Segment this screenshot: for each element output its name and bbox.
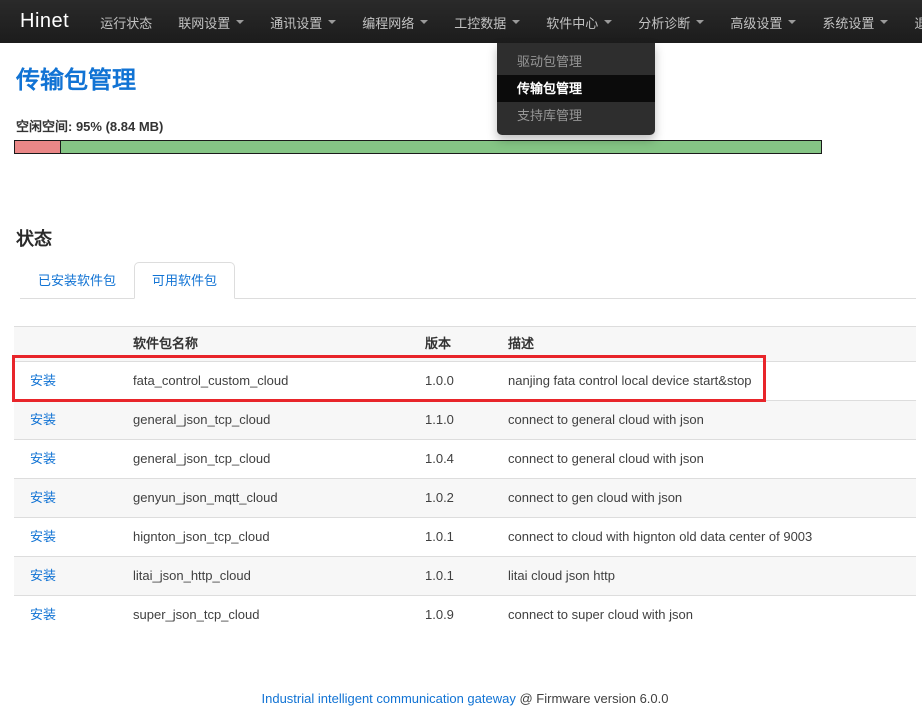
table-row-highlighted: 安装 fata_control_custom_cloud1.0.0nanjing … bbox=[14, 362, 916, 401]
package-description: connect to general cloud with json bbox=[500, 401, 916, 440]
install-link[interactable]: 安装 bbox=[30, 490, 56, 505]
tab-可用软件包: 可用软件包 bbox=[134, 262, 235, 298]
packages-table: 软件包名称版本描述 安装fata_control_custom_cloud1.0… bbox=[14, 326, 916, 634]
nav-link-编程网络[interactable]: 编程网络 bbox=[349, 0, 441, 43]
package-version: 1.0.1 bbox=[417, 518, 500, 557]
dropdown-item-传输包管理[interactable]: 传输包管理 bbox=[497, 75, 655, 102]
column-header-描述: 描述 bbox=[500, 327, 916, 362]
footer-gateway-link[interactable]: Industrial intelligent communication gat… bbox=[262, 691, 516, 706]
package-version: 1.1.0 bbox=[417, 401, 500, 440]
used-space-segment bbox=[15, 141, 61, 153]
column-header-软件包名称: 软件包名称 bbox=[125, 327, 417, 362]
footer-firmware-version: @ Firmware version 6.0.0 bbox=[516, 691, 669, 706]
table-row: 安装 super_json_tcp_cloud1.0.9connect to su… bbox=[14, 596, 916, 635]
package-description: connect to general cloud with json bbox=[500, 440, 916, 479]
table-row: 安装 general_json_tcp_cloud1.0.4connect to … bbox=[14, 440, 916, 479]
caret-down-icon bbox=[512, 20, 520, 24]
nav-link-运行状态[interactable]: 运行状态 bbox=[87, 0, 165, 43]
nav-item-软件中心: 软件中心 bbox=[533, 0, 625, 43]
package-version: 1.0.2 bbox=[417, 479, 500, 518]
caret-down-icon bbox=[880, 20, 888, 24]
install-link[interactable]: 安装 bbox=[30, 412, 56, 427]
package-name: hignton_json_tcp_cloud bbox=[125, 518, 417, 557]
package-description: nanjing fata control local device start&… bbox=[500, 362, 916, 401]
package-version: 1.0.1 bbox=[417, 557, 500, 596]
nav-link-软件中心-open[interactable]: 软件中心 bbox=[533, 0, 625, 43]
nav-item-退出: 退出 bbox=[901, 0, 922, 43]
tab-link-可用软件包[interactable]: 可用软件包 bbox=[134, 262, 235, 299]
tab-已安装软件包: 已安装软件包 bbox=[20, 262, 134, 298]
caret-down-icon bbox=[420, 20, 428, 24]
free-space-label: 空闲空间: 95% (8.84 MB) bbox=[16, 116, 916, 135]
install-link[interactable]: 安装 bbox=[30, 607, 56, 622]
table-header-row: 软件包名称版本描述 bbox=[14, 327, 916, 362]
nav-item-高级设置: 高级设置 bbox=[717, 0, 809, 43]
install-link[interactable]: 安装 bbox=[30, 373, 56, 388]
package-description: connect to gen cloud with json bbox=[500, 479, 916, 518]
top-navbar: Hinet 运行状态联网设置通讯设置编程网络工控数据软件中心分析诊断高级设置系统… bbox=[0, 0, 922, 43]
package-version: 1.0.4 bbox=[417, 440, 500, 479]
caret-down-icon bbox=[696, 20, 704, 24]
package-name: fata_control_custom_cloud bbox=[125, 362, 417, 401]
status-heading: 状态 bbox=[16, 225, 916, 251]
nav-item-系统设置: 系统设置 bbox=[809, 0, 901, 43]
package-version: 1.0.0 bbox=[417, 362, 500, 401]
packages-table-wrap: 软件包名称版本描述 安装fata_control_custom_cloud1.0… bbox=[14, 326, 916, 634]
nav-link-通讯设置[interactable]: 通讯设置 bbox=[257, 0, 349, 43]
install-cell: 安装 bbox=[14, 518, 125, 557]
main-nav: 运行状态联网设置通讯设置编程网络工控数据软件中心分析诊断高级设置系统设置退出 bbox=[87, 0, 922, 43]
table-row: 安装 hignton_json_tcp_cloud1.0.1connect to … bbox=[14, 518, 916, 557]
install-cell: 安装 bbox=[14, 596, 125, 635]
package-name: general_json_tcp_cloud bbox=[125, 401, 417, 440]
table-row: 安装 genyun_json_mqtt_cloud1.0.2connect to … bbox=[14, 479, 916, 518]
nav-link-退出[interactable]: 退出 bbox=[901, 0, 922, 43]
page-title: 传输包管理 bbox=[16, 60, 916, 95]
nav-link-系统设置[interactable]: 系统设置 bbox=[809, 0, 901, 43]
caret-down-icon bbox=[604, 20, 612, 24]
column-header-empty bbox=[14, 327, 125, 362]
page-content: 传输包管理 空闲空间: 95% (8.84 MB) 状态 已安装软件包可用软件包… bbox=[0, 60, 922, 706]
package-version: 1.0.9 bbox=[417, 596, 500, 635]
package-tabs: 已安装软件包可用软件包 bbox=[20, 262, 916, 299]
caret-down-icon bbox=[788, 20, 796, 24]
nav-link-工控数据[interactable]: 工控数据 bbox=[441, 0, 533, 43]
caret-down-icon bbox=[236, 20, 244, 24]
install-cell: 安装 bbox=[14, 440, 125, 479]
caret-down-icon bbox=[328, 20, 336, 24]
nav-link-高级设置[interactable]: 高级设置 bbox=[717, 0, 809, 43]
dropdown-item-驱动包管理[interactable]: 驱动包管理 bbox=[497, 48, 655, 75]
package-description: connect to cloud with hignton old data c… bbox=[500, 518, 916, 557]
table-row: 安装 general_json_tcp_cloud1.1.0connect to … bbox=[14, 401, 916, 440]
free-space-segment bbox=[61, 141, 821, 153]
install-link[interactable]: 安装 bbox=[30, 529, 56, 544]
footer: Industrial intelligent communication gat… bbox=[14, 691, 916, 706]
package-name: general_json_tcp_cloud bbox=[125, 440, 417, 479]
install-link[interactable]: 安装 bbox=[30, 568, 56, 583]
nav-item-分析诊断: 分析诊断 bbox=[625, 0, 717, 43]
nav-item-运行状态: 运行状态 bbox=[87, 0, 165, 43]
nav-link-分析诊断[interactable]: 分析诊断 bbox=[625, 0, 717, 43]
software-center-dropdown: 驱动包管理传输包管理支持库管理 bbox=[497, 43, 655, 135]
package-name: litai_json_http_cloud bbox=[125, 557, 417, 596]
package-description: connect to super cloud with json bbox=[500, 596, 916, 635]
brand-logo[interactable]: Hinet bbox=[20, 10, 69, 33]
install-cell: 安装 bbox=[14, 479, 125, 518]
column-header-版本: 版本 bbox=[417, 327, 500, 362]
table-row: 安装 litai_json_http_cloud1.0.1litai cloud … bbox=[14, 557, 916, 596]
install-cell: 安装 bbox=[14, 557, 125, 596]
install-cell: 安装 bbox=[14, 401, 125, 440]
nav-item-联网设置: 联网设置 bbox=[165, 0, 257, 43]
package-name: genyun_json_mqtt_cloud bbox=[125, 479, 417, 518]
install-link[interactable]: 安装 bbox=[30, 451, 56, 466]
install-cell: 安装 bbox=[14, 362, 125, 401]
tab-link-已安装软件包[interactable]: 已安装软件包 bbox=[20, 262, 134, 299]
nav-item-通讯设置: 通讯设置 bbox=[257, 0, 349, 43]
package-name: super_json_tcp_cloud bbox=[125, 596, 417, 635]
nav-item-工控数据: 工控数据 bbox=[441, 0, 533, 43]
dropdown-item-支持库管理[interactable]: 支持库管理 bbox=[497, 102, 655, 129]
nav-item-编程网络: 编程网络 bbox=[349, 0, 441, 43]
nav-link-联网设置[interactable]: 联网设置 bbox=[165, 0, 257, 43]
storage-progressbar bbox=[14, 140, 822, 154]
package-description: litai cloud json http bbox=[500, 557, 916, 596]
